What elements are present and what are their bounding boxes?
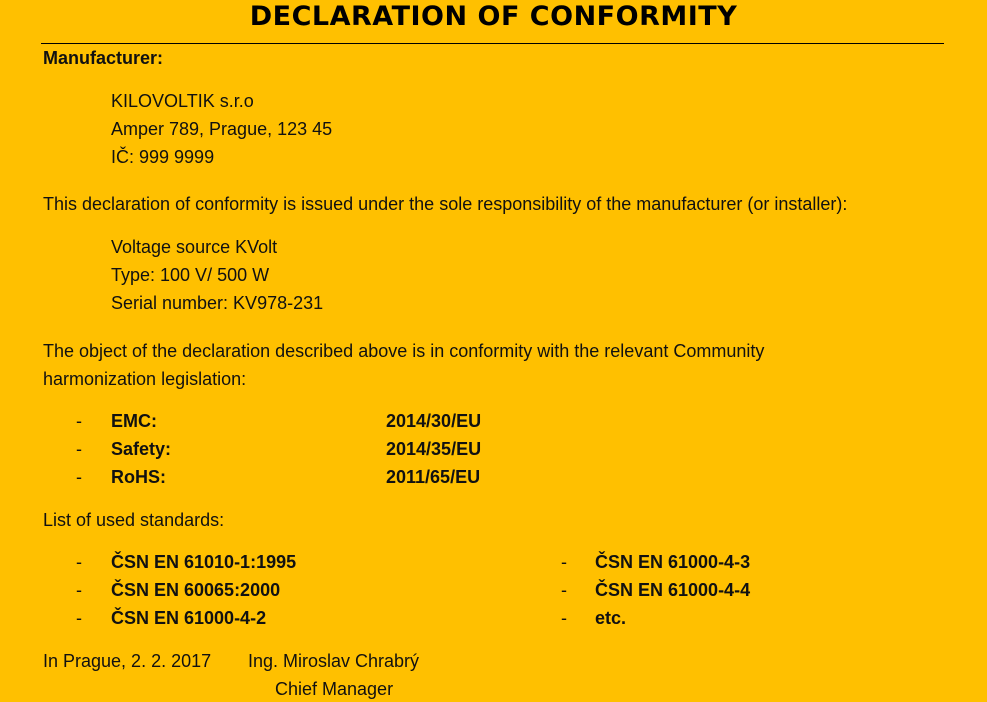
standard-item: ČSN EN 61000-4-3 bbox=[595, 552, 751, 572]
legislation-ref: 2014/30/EU bbox=[386, 411, 482, 431]
manufacturer-name: KILOVOLTIK s.r.o bbox=[111, 91, 254, 111]
list-bullet: - bbox=[561, 608, 567, 628]
title-divider bbox=[41, 43, 944, 44]
document-title: DECLARATION OF CONFORMITY bbox=[249, 1, 738, 32]
standard-item: ČSN EN 60065:2000 bbox=[111, 580, 281, 600]
list-bullet: - bbox=[76, 608, 82, 628]
signatory-position: Chief Manager bbox=[275, 679, 394, 699]
conformity-statement-line1: The object of the declaration described … bbox=[43, 341, 765, 361]
product-type: Type: 100 V/ 500 W bbox=[111, 265, 270, 285]
list-bullet: - bbox=[76, 439, 82, 459]
legislation-ref: 2011/65/EU bbox=[386, 467, 481, 487]
legislation-ref: 2014/35/EU bbox=[386, 439, 482, 459]
manufacturer-ic: IČ: 999 9999 bbox=[111, 147, 215, 167]
legislation-name: EMC: bbox=[111, 411, 157, 431]
signatory-name: Ing. Miroslav Chrabrý bbox=[248, 651, 420, 671]
standard-item: etc. bbox=[595, 608, 627, 628]
list-bullet: - bbox=[561, 580, 567, 600]
standard-item: ČSN EN 61000-4-2 bbox=[111, 608, 267, 628]
list-bullet: - bbox=[76, 467, 82, 487]
manufacturer-label: Manufacturer: bbox=[43, 48, 164, 68]
manufacturer-address: Amper 789, Prague, 123 45 bbox=[111, 119, 333, 139]
product-name: Voltage source KVolt bbox=[111, 237, 278, 257]
responsibility-statement: This declaration of conformity is issued… bbox=[43, 194, 848, 214]
list-bullet: - bbox=[76, 552, 82, 572]
signature-place-date: In Prague, 2. 2. 2017 bbox=[43, 651, 212, 671]
list-bullet: - bbox=[76, 580, 82, 600]
conformity-statement-line2: harmonization legislation: bbox=[43, 369, 247, 389]
product-serial: Serial number: KV978-231 bbox=[111, 293, 324, 313]
standards-label: List of used standards: bbox=[43, 510, 225, 530]
list-bullet: - bbox=[561, 552, 567, 572]
list-bullet: - bbox=[76, 411, 82, 431]
standard-item: ČSN EN 61000-4-4 bbox=[595, 580, 751, 600]
legislation-name: Safety: bbox=[111, 439, 172, 459]
standard-item: ČSN EN 61010-1:1995 bbox=[111, 552, 297, 572]
legislation-name: RoHS: bbox=[111, 467, 166, 487]
